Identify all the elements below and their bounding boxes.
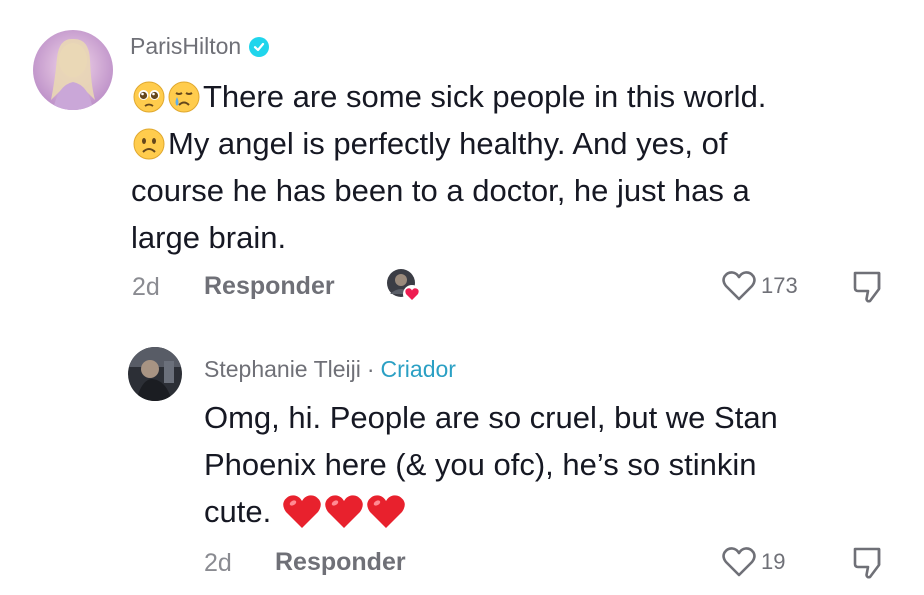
- like-button[interactable]: 173: [721, 270, 798, 302]
- verified-badge-icon: [249, 36, 270, 57]
- comment-line: large brain.: [131, 214, 873, 261]
- like-count: 173: [761, 273, 798, 298]
- reply-line: cute.: [204, 488, 904, 535]
- heart-outline-icon: [722, 271, 756, 301]
- comment-username[interactable]: ParisHilton: [130, 33, 270, 60]
- comment-line: course he has been to a doctor, he just …: [131, 167, 873, 214]
- comment-body: There are some sick people in this world…: [131, 73, 873, 261]
- reply-time: 2d: [204, 549, 232, 577]
- username-text[interactable]: Stephanie Tleiji: [204, 356, 361, 383]
- reply-line-text: cute.: [204, 494, 272, 529]
- like-button[interactable]: 19: [721, 546, 785, 578]
- avatar[interactable]: [128, 347, 182, 401]
- dislike-button[interactable]: [852, 270, 888, 309]
- comment-line-text: course he has been to a doctor, he just …: [131, 173, 750, 208]
- crying-face-emoji-icon: [168, 79, 200, 113]
- dislike-button[interactable]: [852, 546, 888, 585]
- red-heart-emoji-icon: [324, 494, 364, 530]
- red-heart-emoji-icon: [366, 494, 406, 530]
- avatar[interactable]: [33, 30, 113, 110]
- comment-line: My angel is perfectly healthy. And yes, …: [133, 120, 873, 167]
- like-count: 19: [761, 549, 786, 574]
- frowning-face-emoji-icon: [133, 126, 165, 160]
- reply-button[interactable]: Responder: [275, 548, 406, 577]
- thumbs-down-icon: [853, 547, 881, 579]
- comment-line-text: My angel is perfectly healthy. And yes, …: [168, 126, 728, 161]
- comment-time: 2d: [132, 273, 160, 301]
- reply-line: Omg, hi. People are so cruel, but we Sta…: [204, 400, 778, 435]
- reply-body: Omg, hi. People are so cruel, but we Sta…: [204, 394, 904, 535]
- comment-line: There are some sick people in this world…: [133, 73, 873, 120]
- reply-username[interactable]: Stephanie Tleiji · Criador: [204, 356, 456, 383]
- reply-button[interactable]: Responder: [204, 272, 335, 301]
- liked-by-creator-icon: [386, 268, 422, 304]
- comment-line-text: large brain.: [131, 220, 287, 255]
- creator-badge: Criador: [380, 356, 456, 382]
- username-text[interactable]: ParisHilton: [130, 33, 241, 60]
- separator-dot: ·: [366, 356, 375, 382]
- red-heart-emoji-icon: [282, 494, 322, 530]
- reply-line: Phoenix here (& you ofc), he’s so stinki…: [204, 447, 757, 482]
- heart-outline-icon: [722, 547, 756, 577]
- comment-line-text: There are some sick people in this world…: [203, 79, 767, 114]
- thumbs-down-icon: [853, 271, 881, 303]
- pleading-face-emoji-icon: [133, 79, 165, 113]
